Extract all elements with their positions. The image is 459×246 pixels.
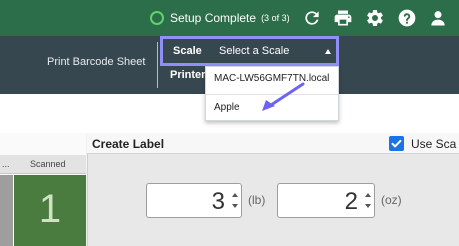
decrement-icon[interactable] xyxy=(365,204,371,208)
create-label-title: Create Label xyxy=(92,137,165,151)
scale-option-apple[interactable]: Apple xyxy=(214,102,240,113)
toolbar-divider xyxy=(157,42,158,88)
scale-option-mac[interactable]: MAC-LW56GMF7TN.local xyxy=(214,73,329,84)
ounces-unit-label: (oz) xyxy=(381,193,402,207)
create-label-header: Create Label Use Sca xyxy=(87,133,459,154)
help-icon[interactable] xyxy=(397,8,417,28)
dropdown-separator xyxy=(206,94,338,95)
column-header-truncated: ... xyxy=(2,159,10,169)
use-scale-label[interactable]: Use Sca xyxy=(411,137,456,151)
increment-icon[interactable] xyxy=(232,193,238,197)
user-icon[interactable] xyxy=(428,8,448,28)
setup-status[interactable]: Setup Complete (3 of 3) xyxy=(150,10,290,26)
ounces-value: 2 xyxy=(344,188,358,215)
caret-up-icon[interactable] xyxy=(325,49,331,54)
pounds-unit-label: (lb) xyxy=(248,193,266,207)
setup-status-icon xyxy=(150,11,164,25)
printer-icon[interactable] xyxy=(333,8,353,28)
setup-status-label: Setup Complete xyxy=(170,11,257,25)
print-barcode-sheet-link[interactable]: Print Barcode Sheet xyxy=(47,56,145,68)
pounds-input[interactable]: 3 xyxy=(146,183,242,218)
ounces-input[interactable]: 2 xyxy=(277,183,375,218)
gear-icon[interactable] xyxy=(365,8,385,28)
pounds-value: 3 xyxy=(211,188,225,215)
scanned-count: 1 xyxy=(38,187,62,231)
column-header-scanned[interactable]: Scanned xyxy=(30,159,66,169)
refresh-icon[interactable] xyxy=(302,8,322,28)
setup-status-count: (3 of 3) xyxy=(261,13,290,23)
scale-selector[interactable]: Scale Select a Scale xyxy=(160,36,339,66)
scale-select-value[interactable]: Select a Scale xyxy=(219,45,289,57)
decrement-icon[interactable] xyxy=(232,204,238,208)
increment-icon[interactable] xyxy=(365,193,371,197)
scale-dropdown-menu: MAC-LW56GMF7TN.local Apple xyxy=(205,66,339,121)
top-bar: Setup Complete (3 of 3) xyxy=(0,0,459,36)
use-scale-checkbox[interactable] xyxy=(389,136,404,151)
scanned-count-cell: 1 xyxy=(14,175,86,246)
table-header: ... Scanned xyxy=(0,155,86,174)
table-cell xyxy=(0,175,13,246)
printer-label: Printer xyxy=(170,69,206,81)
scale-label: Scale xyxy=(173,45,202,57)
